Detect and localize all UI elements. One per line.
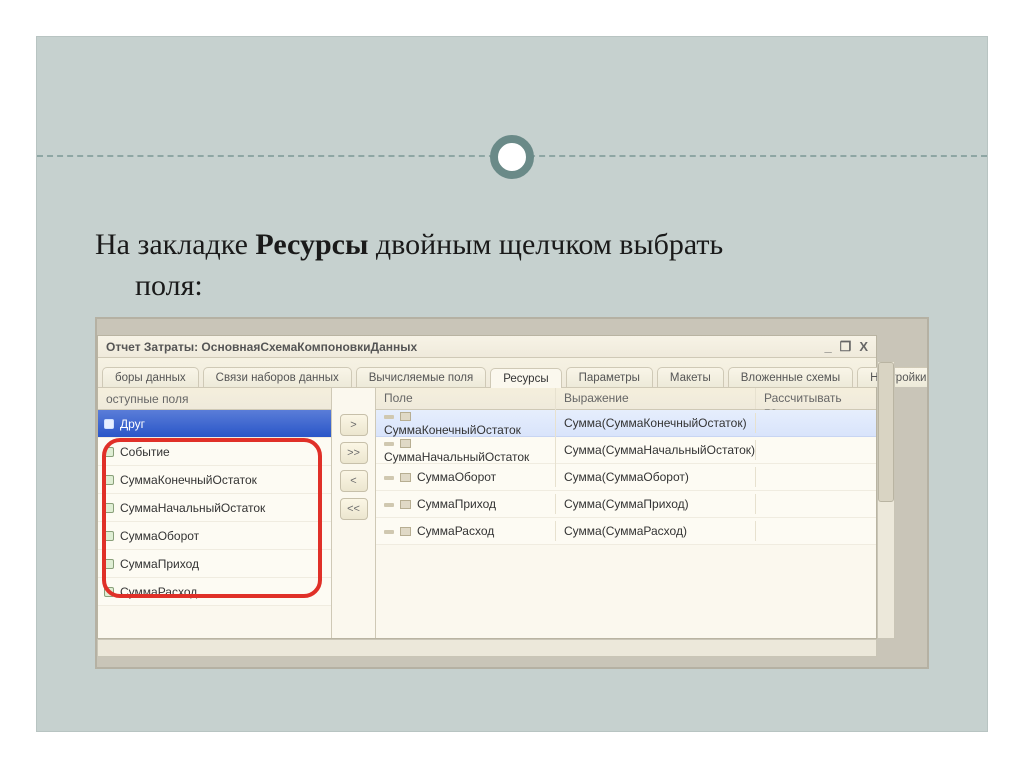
field-icon (104, 419, 114, 429)
tab-4[interactable]: Параметры (566, 367, 653, 387)
available-field-row[interactable]: СуммаКонечныйОстаток (98, 466, 331, 494)
table-body[interactable]: СуммаКонечныйОстатокСумма(СуммаКонечныйО… (376, 410, 876, 545)
field-icon (104, 447, 114, 457)
resources-table-pane: Поле Выражение Рассчитывать по... СуммаК… (376, 388, 876, 638)
add-button[interactable]: > (340, 414, 368, 436)
app-window: Отчет Затраты: ОсновнаяСхемаКомпоновкиДа… (97, 335, 877, 639)
cell-expr[interactable]: Сумма(СуммаОборот) (556, 467, 756, 487)
field-icon (104, 587, 114, 597)
field-icon (104, 503, 114, 513)
available-fields-header: оступные поля (98, 388, 331, 410)
instruction-text: На закладке Ресурсы двойным щелчком выбр… (95, 225, 929, 306)
cell-expr[interactable]: Сумма(СуммаКонечныйОстаток) (556, 413, 756, 433)
cell-field-text: СуммаНачальныйОстаток (384, 450, 529, 464)
row-marker-icon (384, 442, 394, 446)
available-field-label: СуммаНачальныйОстаток (120, 501, 265, 515)
table-row[interactable]: СуммаОборот Сумма(СуммаОборот) (376, 464, 876, 491)
work-area: оступные поля Друг Событие СуммаКонечныйОс… (98, 388, 876, 638)
table-row[interactable]: СуммаПриход Сумма(СуммаПриход) (376, 491, 876, 518)
window-title: Отчет Затраты: ОсновнаяСхемаКомпоновкиДа… (106, 340, 417, 354)
cell-field[interactable]: СуммаОборот (376, 467, 556, 487)
available-field-row[interactable]: СуммаПриход (98, 550, 331, 578)
caption-bold: Ресурсы (255, 228, 368, 261)
available-field-row[interactable]: Событие (98, 438, 331, 466)
available-fields-list[interactable]: Друг Событие СуммаКонечныйОстаток СуммаНача… (98, 410, 331, 606)
add-all-button[interactable]: >> (340, 442, 368, 464)
title-bar: Отчет Затраты: ОсновнаяСхемаКомпоновкиДа… (98, 336, 876, 358)
cell-calc[interactable] (756, 501, 876, 507)
cell-expr[interactable]: Сумма(СуммаРасход) (556, 521, 756, 541)
available-field-row[interactable]: СуммаРасход (98, 578, 331, 606)
row-marker-icon (384, 415, 394, 419)
field-icon (400, 500, 411, 509)
cell-calc[interactable] (756, 528, 876, 534)
caption-post2: поля: (135, 269, 203, 302)
field-icon (400, 527, 411, 536)
field-icon (400, 439, 411, 448)
caption-pre: На закладке (95, 228, 255, 261)
field-icon (104, 559, 114, 569)
restore-button[interactable]: ❐ (840, 339, 852, 355)
row-marker-icon (384, 503, 394, 507)
screenshot-panel: Отчет Затраты: ОсновнаяСхемаКомпоновкиДа… (95, 317, 929, 669)
col-calc-header[interactable]: Рассчитывать по... (756, 388, 876, 409)
field-icon (104, 531, 114, 541)
row-marker-icon (384, 476, 394, 480)
field-icon (400, 473, 411, 482)
slide-body: На закладке Ресурсы двойным щелчком выбр… (36, 36, 988, 732)
available-fields-pane: оступные поля Друг Событие СуммаКонечныйОс… (98, 388, 332, 638)
available-field-label: СуммаРасход (120, 585, 197, 599)
tab-0[interactable]: боры данных (102, 367, 199, 387)
cell-field[interactable]: СуммаПриход (376, 494, 556, 514)
col-expr-header[interactable]: Выражение (556, 388, 756, 409)
tab-1[interactable]: Связи наборов данных (203, 367, 352, 387)
available-field-row[interactable]: СуммаНачальныйОстаток (98, 494, 331, 522)
scrollbar-thumb[interactable] (878, 362, 894, 502)
available-field-row[interactable]: Друг (98, 410, 331, 438)
cell-calc[interactable] (756, 447, 876, 453)
cell-expr[interactable]: Сумма(СуммаПриход) (556, 494, 756, 514)
field-icon (400, 412, 411, 421)
horizontal-scrollbar[interactable] (97, 639, 877, 657)
vertical-scrollbar[interactable] (877, 361, 895, 639)
ring-ornament (490, 135, 534, 179)
close-button[interactable]: X (859, 339, 868, 355)
table-row[interactable]: СуммаНачальныйОстаток Сумма(СуммаНачальны… (376, 437, 876, 464)
tab-bar: боры данныхСвязи наборов данныхВычисляем… (98, 358, 876, 388)
cell-field-text: СуммаПриход (417, 497, 496, 511)
remove-all-button[interactable]: << (340, 498, 368, 520)
tab-6[interactable]: Вложенные схемы (728, 367, 853, 387)
available-field-row[interactable]: СуммаОборот (98, 522, 331, 550)
window-buttons: _ ❐ X (824, 339, 868, 355)
cell-field[interactable]: СуммаНачальныйОстаток (376, 433, 556, 467)
available-field-label: СуммаКонечныйОстаток (120, 473, 257, 487)
cell-field-text: СуммаРасход (417, 524, 494, 538)
cell-field-text: СуммаОборот (417, 470, 496, 484)
available-field-label: СуммаПриход (120, 557, 199, 571)
tab-2[interactable]: Вычисляемые поля (356, 367, 487, 387)
cell-field[interactable]: СуммаРасход (376, 521, 556, 541)
remove-button[interactable]: < (340, 470, 368, 492)
tab-3[interactable]: Ресурсы (490, 368, 561, 388)
table-row[interactable]: СуммаРасход Сумма(СуммаРасход) (376, 518, 876, 545)
cell-calc[interactable] (756, 474, 876, 480)
cell-calc[interactable] (756, 420, 876, 426)
slide: На закладке Ресурсы двойным щелчком выбр… (0, 0, 1024, 768)
caption-post1: двойным щелчком выбрать (368, 228, 723, 261)
row-marker-icon (384, 530, 394, 534)
cell-expr[interactable]: Сумма(СуммаНачальныйОстаток) (556, 440, 756, 460)
move-buttons-pane: > >> < << (332, 388, 376, 638)
available-field-label: Друг (120, 417, 145, 431)
minimize-button[interactable]: _ (824, 339, 831, 355)
field-icon (104, 475, 114, 485)
available-field-label: Событие (120, 445, 170, 459)
tab-5[interactable]: Макеты (657, 367, 724, 387)
available-field-label: СуммаОборот (120, 529, 199, 543)
